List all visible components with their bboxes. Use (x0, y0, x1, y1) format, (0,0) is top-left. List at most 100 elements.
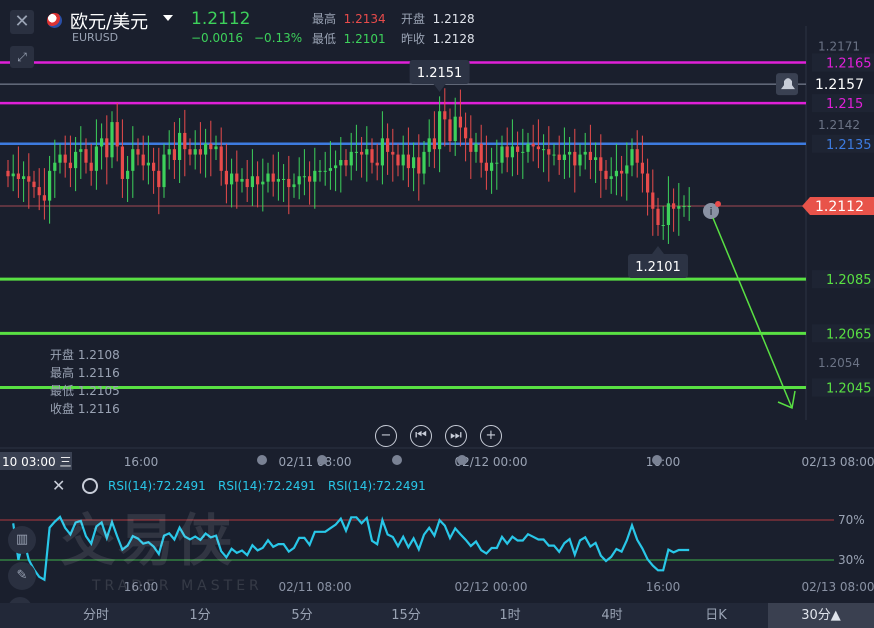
crosshair-time-label: 10 03:00 三 (2, 455, 71, 469)
candle (256, 176, 260, 185)
candle (526, 143, 530, 152)
min-label: 1.2101 (635, 260, 681, 275)
candle (74, 151, 78, 169)
flag-icon (47, 13, 62, 28)
candle (183, 132, 187, 150)
tf-5min[interactable]: 5分 (254, 603, 350, 628)
last-price-tag-label: 1.2112 (815, 199, 864, 215)
candle (100, 138, 104, 147)
draw-icon[interactable]: ✎ (8, 562, 36, 590)
candle (89, 162, 93, 171)
last-price: 1.2112 (191, 9, 251, 29)
candle (214, 146, 218, 150)
candle (500, 146, 504, 163)
candle (521, 151, 525, 153)
zoom-in-icon[interactable]: + (480, 425, 502, 447)
level-label: 1.2065 (826, 327, 872, 342)
level-label: 1.2165 (826, 57, 872, 72)
candle (120, 146, 124, 179)
candle (136, 149, 140, 155)
candle (276, 178, 280, 182)
candle (464, 127, 468, 139)
candle (547, 149, 551, 155)
step-back-icon[interactable]: ⏮ (410, 425, 432, 447)
candle (599, 157, 603, 171)
candle (261, 181, 265, 185)
settings-icon[interactable] (82, 478, 98, 494)
tf-15min[interactable]: 15分 (358, 603, 454, 628)
candle (230, 173, 234, 185)
candle (354, 151, 358, 153)
low-value: 1.2101 (343, 32, 386, 46)
scroll-marker (257, 455, 267, 465)
scroll-marker (457, 455, 467, 465)
candle (146, 162, 150, 166)
candle (292, 184, 296, 188)
candle (105, 138, 109, 158)
hover-close: 收盘 1.2116 (50, 402, 120, 416)
candle (375, 162, 379, 166)
y-tick-label: 1.2142 (818, 118, 860, 132)
tf-daily[interactable]: 日K (668, 603, 764, 628)
candle (656, 208, 660, 225)
candle (458, 116, 462, 128)
candle (552, 154, 556, 156)
tf-tick[interactable]: 分时 (48, 603, 144, 628)
watermark-sub: TRADER MASTER (92, 578, 263, 594)
candle (640, 162, 644, 174)
indicator-icon[interactable]: ▥ (8, 526, 36, 554)
candle (282, 178, 286, 180)
candle (318, 170, 322, 172)
candle (42, 195, 46, 201)
candle (271, 173, 275, 182)
y-tick-label: 1.2171 (818, 39, 860, 53)
low-label: 最低 (312, 32, 337, 46)
close-icon[interactable]: ✕ (10, 10, 34, 34)
candle (79, 149, 83, 152)
candle (266, 173, 270, 182)
candle (365, 149, 369, 155)
candle (531, 143, 535, 147)
rsi-time-label: 02/12 00:00 (455, 580, 528, 594)
candle (406, 154, 410, 169)
high-stat: 最高 1.2134 (312, 10, 386, 27)
caret-down-icon[interactable] (163, 15, 173, 21)
candle (302, 176, 306, 178)
high-label: 最高 (312, 12, 337, 26)
candle (672, 203, 676, 209)
candle (594, 157, 598, 160)
tf-30min[interactable]: 30分▲ (768, 603, 874, 628)
candle (131, 149, 135, 171)
info-icon-glyph: i (709, 205, 712, 218)
candle (620, 170, 624, 174)
time-axis-label: 16:00 (646, 455, 681, 469)
candle (157, 170, 161, 188)
rsi-label: RSI(14):72.2491 (328, 479, 426, 493)
candle (126, 170, 130, 179)
tf-4h[interactable]: 4时 (564, 603, 660, 628)
candle (152, 162, 156, 171)
candle (630, 149, 634, 166)
max-label: 1.2151 (417, 66, 463, 81)
step-forward-icon[interactable]: ⏭ (445, 425, 467, 447)
hover-open: 开盘 1.2108 (50, 348, 120, 362)
candle (204, 143, 208, 155)
candle (614, 170, 618, 177)
expand-icon[interactable]: ⤢ (10, 46, 34, 68)
candle (313, 170, 317, 182)
candle (687, 206, 691, 208)
tf-1min[interactable]: 1分 (152, 603, 248, 628)
tf-1h[interactable]: 1时 (462, 603, 558, 628)
candle (68, 162, 72, 169)
candle (37, 187, 41, 196)
open-stat: 开盘 1.2128 (401, 10, 475, 27)
candle (484, 162, 488, 171)
level-label: 1.215 (826, 97, 863, 112)
rsi-label: RSI(14):72.2491 (108, 479, 206, 493)
open-label: 开盘 (401, 12, 426, 26)
zoom-out-icon[interactable]: − (375, 425, 397, 447)
candle (287, 178, 291, 188)
close-icon[interactable]: ✕ (52, 476, 65, 495)
candle (11, 173, 15, 177)
candle (94, 146, 98, 171)
